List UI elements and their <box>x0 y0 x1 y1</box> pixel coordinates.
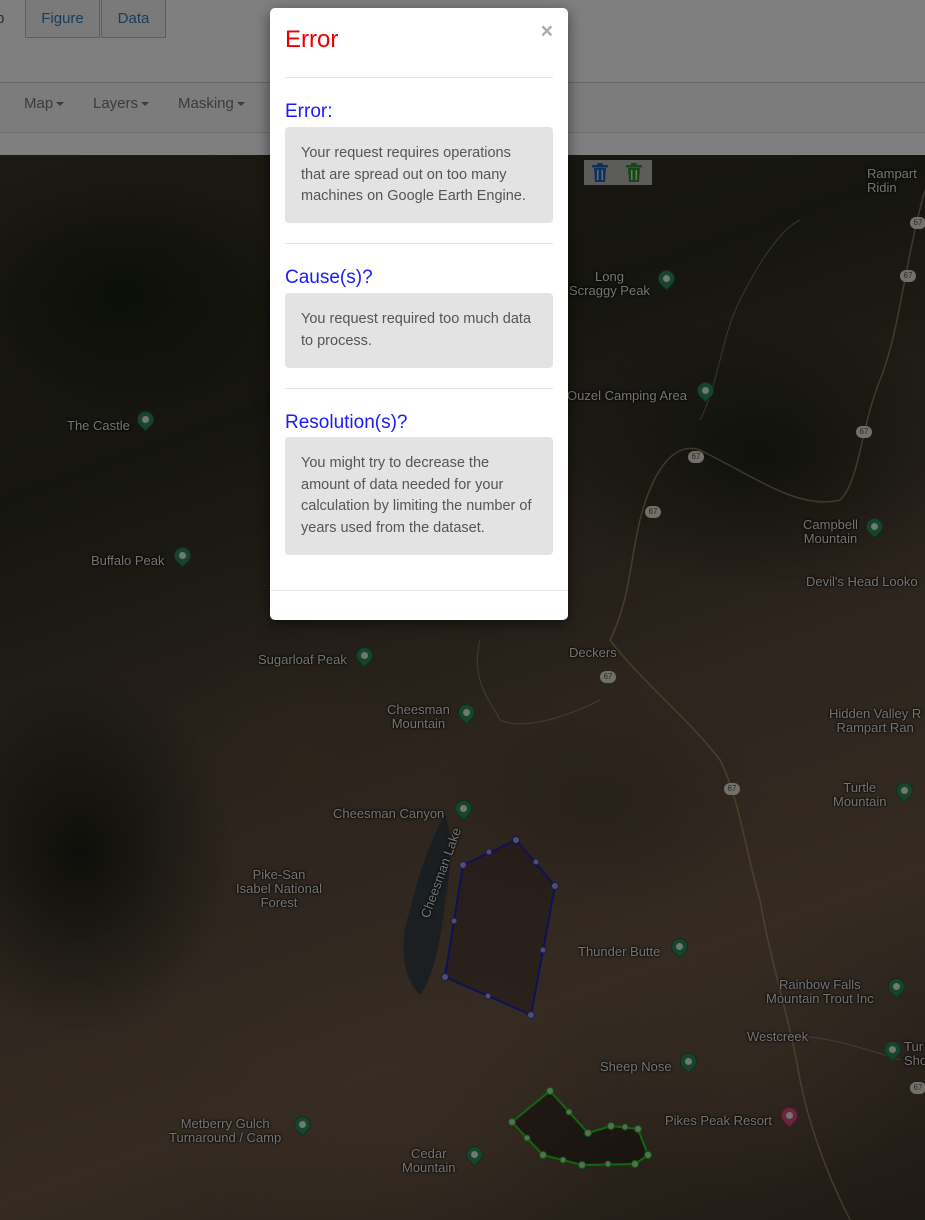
error-heading: Error: <box>285 101 333 122</box>
cause-heading: Cause(s)? <box>285 267 373 288</box>
divider <box>285 77 553 78</box>
error-message-box: Your request requires operations that ar… <box>285 127 553 223</box>
resolution-heading: Resolution(s)? <box>285 412 408 433</box>
modal-title: Error <box>285 26 339 53</box>
modal-footer <box>270 590 568 591</box>
close-icon[interactable]: × <box>541 20 553 44</box>
divider <box>285 243 553 244</box>
cause-message-box: You request required too much data to pr… <box>285 293 553 368</box>
divider <box>285 388 553 389</box>
error-modal: Error × Error: Your request requires ope… <box>270 8 568 620</box>
resolution-message-box: You might try to decrease the amount of … <box>285 437 553 555</box>
